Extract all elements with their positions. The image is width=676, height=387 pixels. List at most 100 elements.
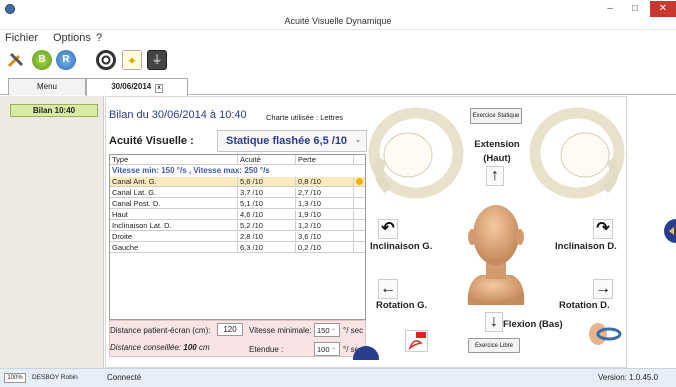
table-row[interactable]: Haut 4,6 /10 1,9 /10 xyxy=(110,210,365,220)
rotate-right-icon[interactable]: ↷ xyxy=(593,219,613,239)
distance-rec-prefix: Distance conseillée: xyxy=(110,343,182,352)
session-sidebar xyxy=(0,96,104,368)
etendue-select[interactable]: 100 ⌃ xyxy=(314,342,340,356)
head-icon xyxy=(467,205,525,305)
row-acuite: 5,2 /10 xyxy=(238,221,296,231)
target-icon[interactable] xyxy=(96,50,116,70)
flexion-label: Flexion (Bas) xyxy=(503,319,563,330)
bilan-title: Bilan du 30/06/2014 à 10:40 xyxy=(109,109,247,121)
b-icon[interactable]: B xyxy=(32,50,52,70)
r-icon[interactable]: R xyxy=(56,50,76,70)
device-icon[interactable]: ⏚ xyxy=(147,50,167,70)
table-row[interactable]: Inclinaison Lat. D. 5,2 /10 1,2 /10 xyxy=(110,221,365,231)
user-name: DESBOY Robin xyxy=(32,374,78,381)
session-item[interactable]: Bilan 10:40 xyxy=(10,104,98,117)
left-canal-icon xyxy=(368,107,464,199)
extension-label: Extension xyxy=(474,139,520,150)
connection-status: Connecté xyxy=(107,373,142,382)
right-canal-icon xyxy=(529,107,625,199)
rotation-g-label: Rotation G. xyxy=(376,300,428,311)
menu-bar: Fichier Options ? xyxy=(0,30,676,46)
row-acuite: 2,8 /10 xyxy=(238,232,296,242)
zoom-level[interactable]: 100% xyxy=(4,373,26,383)
row-acuite: 6,3 /10 xyxy=(238,243,296,253)
menu-options[interactable]: Options xyxy=(53,32,91,44)
head-profile-icon[interactable] xyxy=(586,320,622,348)
tab-bar: Menu 30/06/2014 x xyxy=(0,78,676,96)
row-perte: 1,2 /10 xyxy=(296,221,354,231)
distance-input[interactable]: 120 xyxy=(217,323,243,336)
pdf-icon[interactable] xyxy=(405,330,428,352)
arrow-left-icon[interactable]: ← xyxy=(378,279,398,299)
inclinaison-d-label: Inclinaison D. xyxy=(555,241,617,252)
arrow-right-icon[interactable]: → xyxy=(593,279,613,299)
table-row[interactable]: Canal Lat. G. 3,7 /10 2,7 /10 xyxy=(110,188,365,198)
table-header: Type Acuité Perte xyxy=(110,155,365,165)
maximize-button[interactable]: □ xyxy=(622,1,648,17)
tools-icon[interactable] xyxy=(6,50,26,70)
table-row[interactable]: Canal Ant. G. 5,6 /10 0,8 /10 xyxy=(110,177,365,187)
etendue-label: Etendue : xyxy=(249,345,284,354)
row-acuite: 4,6 /10 xyxy=(238,210,296,220)
tab-menu[interactable]: Menu xyxy=(8,78,86,95)
row-perte: 3,6 /10 xyxy=(296,232,354,242)
tab-close-icon[interactable]: x xyxy=(155,84,163,93)
inclinaison-g-label: Inclinaison G. xyxy=(370,241,433,252)
table-row[interactable]: Canal Post. D. 5,1 /10 1,3 /10 xyxy=(110,199,365,209)
row-type: Droite xyxy=(110,232,238,242)
vmin-select[interactable]: 150 ⌃ xyxy=(314,323,340,337)
rotate-left-icon[interactable]: ↶ xyxy=(378,219,398,239)
distance-rec-value: 100 xyxy=(183,343,197,352)
toolbar: B R ✦ ⏚ xyxy=(0,48,676,74)
row-acuite: 3,7 /10 xyxy=(238,188,296,198)
vmin-value: 150 xyxy=(317,326,330,335)
sparkle-icon[interactable]: ✦ xyxy=(122,50,142,70)
row-perte: 2,7 /10 xyxy=(296,188,354,198)
acuite-select-value: Statique flashée 6,5 /10 xyxy=(226,135,348,147)
distance-label: Distance patient-écran (cm): xyxy=(110,326,211,335)
row-type: Canal Ant. G. xyxy=(110,177,238,187)
arrow-down-icon[interactable]: ↓ xyxy=(485,312,503,332)
arrow-up-icon[interactable]: ↑ xyxy=(486,166,504,186)
tab-bilan-label: 30/06/2014 xyxy=(111,82,152,91)
etendue-value: 100 xyxy=(317,345,330,354)
acuite-label: Acuité Visuelle : xyxy=(109,135,194,147)
table-row[interactable]: Droite 2,8 /10 3,6 /10 xyxy=(110,232,365,242)
haut-label: (Haut) xyxy=(483,153,511,164)
vmin-label: Vitesse minimale: xyxy=(249,326,312,335)
vmin-unit: °/ sec xyxy=(343,326,364,335)
app-icon xyxy=(5,4,15,14)
row-acuite: 5,1 /10 xyxy=(238,199,296,209)
title-bar: Acuité Visuelle Dynamique – □ ✕ xyxy=(0,0,676,30)
row-type: Haut xyxy=(110,210,238,220)
row-type: Gauche xyxy=(110,243,238,253)
minimize-button[interactable]: – xyxy=(597,1,623,17)
warning-dot-icon xyxy=(356,178,363,185)
results-table: Type Acuité Perte Vitesse min: 150 °/s ,… xyxy=(109,154,366,320)
exercice-statique-button[interactable]: Exercice Statique xyxy=(470,108,522,124)
row-acuite: 5,6 /10 xyxy=(238,177,296,187)
menu-help[interactable]: ? xyxy=(96,32,102,44)
close-button[interactable]: ✕ xyxy=(650,1,676,17)
exercice-libre-button[interactable]: Exercice Libre xyxy=(468,338,520,353)
status-bar xyxy=(0,368,676,387)
charte-label: Charte utilisée : Lettres xyxy=(266,113,344,122)
window-title: Acuité Visuelle Dynamique xyxy=(284,16,392,26)
row-perte: 1,3 /10 xyxy=(296,199,354,209)
distance-recommended: Distance conseillée: 100 cm xyxy=(110,343,210,352)
menu-fichier[interactable]: Fichier xyxy=(5,32,38,44)
distance-rec-unit: cm xyxy=(198,343,210,352)
table-row[interactable]: Gauche 6,3 /10 0,2 /10 xyxy=(110,243,365,253)
chevron-down-icon: ⌄ xyxy=(355,137,361,144)
row-perte: 1,9 /10 xyxy=(296,210,354,220)
row-type: Inclinaison Lat. D. xyxy=(110,221,238,231)
speed-range: Vitesse min: 150 °/s , Vitesse max: 250 … xyxy=(112,166,270,175)
acuite-select[interactable]: Statique flashée 6,5 /10 ⌄ xyxy=(217,130,367,152)
row-perte: 0,8 /10 xyxy=(296,177,354,187)
tab-bilan[interactable]: 30/06/2014 x xyxy=(86,78,188,96)
header-perte: Perte xyxy=(296,155,354,165)
header-type: Type xyxy=(110,155,238,165)
rotation-d-label: Rotation D. xyxy=(559,300,610,311)
row-type: Canal Lat. G. xyxy=(110,188,238,198)
row-type: Canal Post. D. xyxy=(110,199,238,209)
